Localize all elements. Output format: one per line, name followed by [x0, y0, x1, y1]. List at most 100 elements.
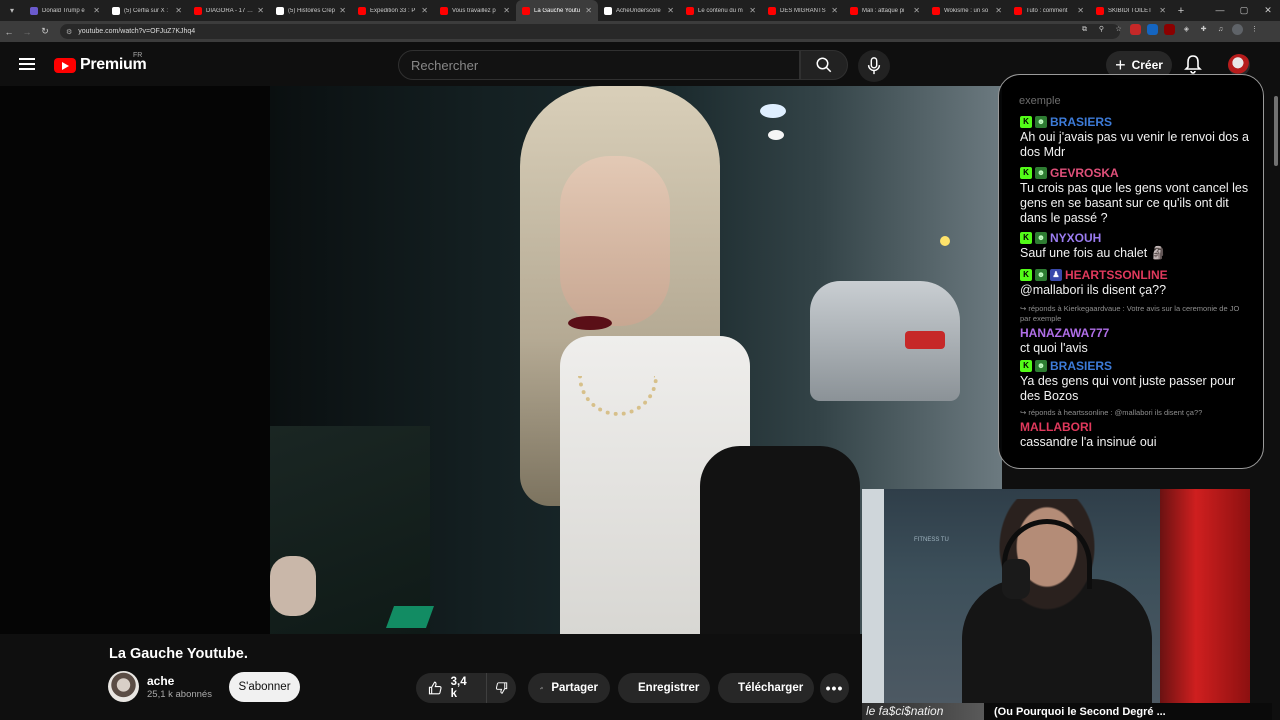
video-hand	[270, 556, 316, 616]
scrollbar-thumb[interactable]	[1274, 96, 1278, 166]
tab-close-icon[interactable]: ✕	[667, 6, 674, 15]
video-player[interactable]	[0, 86, 1002, 634]
tab-close-icon[interactable]: ✕	[175, 6, 182, 15]
chat-message: K ☻ BRASIERS Ya des gens qui vont juste pas…	[1020, 359, 1255, 404]
account-avatar[interactable]	[1228, 54, 1250, 76]
tab-favicon-icon	[1096, 6, 1104, 15]
chat-username-row: K ☻ BRASIERS	[1020, 359, 1255, 373]
browser-tab[interactable]: Vous travaillez p ✕	[434, 0, 516, 21]
browser-tab[interactable]: (5) Histoires Crép ✕	[270, 0, 352, 21]
save-label: Enregistrer	[638, 682, 700, 694]
browser-tab[interactable]: Donald Trump é ✕	[24, 0, 106, 21]
tab-close-icon[interactable]: ✕	[831, 6, 838, 15]
extension-shield-icon[interactable]: ◈	[1181, 24, 1192, 35]
reload-icon[interactable]: ↻	[36, 26, 54, 37]
tab-close-icon[interactable]: ✕	[339, 6, 346, 15]
tab-close-icon[interactable]: ✕	[257, 6, 264, 15]
browser-tab[interactable]: Expedition 33 : P ✕	[352, 0, 434, 21]
browser-menu-icon[interactable]: ⋮	[1249, 24, 1260, 35]
tab-label: SKIBIDI TOILET	[1108, 7, 1152, 14]
kick-badge-icon: K	[1020, 360, 1032, 372]
video-person-face	[560, 156, 670, 326]
tab-close-icon[interactable]: ✕	[421, 6, 428, 15]
search-button[interactable]	[800, 50, 848, 80]
create-label: Créer	[1131, 58, 1163, 72]
browser-tab[interactable]: Mali : attaque pi ✕	[844, 0, 926, 21]
tab-close-icon[interactable]: ✕	[1159, 6, 1166, 15]
zoom-icon[interactable]: ⚲	[1096, 24, 1107, 35]
more-actions-button[interactable]: •••	[820, 673, 849, 703]
youtube-premium-logo[interactable]: Premium FR	[54, 52, 147, 74]
chat-username: BRASIERS	[1050, 359, 1113, 373]
kick-badge-icon: K	[1020, 269, 1032, 281]
profile-icon[interactable]	[1232, 24, 1243, 35]
maximize-icon[interactable]: ▢	[1232, 0, 1256, 21]
save-button[interactable]: Enregistrer	[618, 673, 710, 703]
extension-ublock-icon[interactable]	[1164, 24, 1175, 35]
ticker-logo: le fa$ci$nation	[862, 703, 984, 720]
close-window-icon[interactable]: ✕	[1256, 0, 1280, 21]
extensions-puzzle-icon[interactable]: ✚	[1198, 24, 1209, 35]
chat-message: K ☻ BRASIERS Ah oui j'avais pas vu venir le…	[1020, 115, 1255, 160]
tab-label: Mali : attaque pi	[862, 7, 905, 14]
tab-close-icon[interactable]: ✕	[503, 6, 510, 15]
new-tab-button[interactable]: +	[1172, 5, 1190, 17]
voice-search-button[interactable]	[858, 50, 890, 82]
chat-message: ↪ réponds à heartssonline : @mallabori i…	[1020, 408, 1255, 450]
chat-message: K ☻ NYXOUH Sauf une fois au chalet 🗿	[1020, 231, 1255, 261]
back-icon[interactable]: ←	[0, 27, 18, 37]
browser-tab[interactable]: Tuto : comment ✕	[1008, 0, 1090, 21]
site-info-icon[interactable]: ⚙	[66, 28, 72, 36]
notifications-button[interactable]	[1184, 54, 1202, 74]
subscribe-button[interactable]: S'abonner	[229, 672, 300, 702]
tab-label: AcheUnderscore	[616, 7, 661, 14]
country-code: FR	[133, 52, 143, 59]
download-button[interactable]: Télécharger	[718, 673, 814, 703]
tab-search-icon[interactable]: ▾	[0, 0, 24, 21]
share-button[interactable]: Partager	[528, 673, 610, 703]
extension-blue-icon[interactable]	[1147, 24, 1158, 35]
browser-tab[interactable]: AcheUnderscore ✕	[598, 0, 680, 21]
tab-label: Expedition 33 : P	[370, 7, 416, 14]
tab-label: Donald Trump é	[42, 7, 85, 14]
media-icon[interactable]: ♫	[1215, 24, 1226, 35]
minimize-icon[interactable]: —	[1208, 0, 1232, 21]
tab-close-icon[interactable]: ✕	[93, 6, 100, 15]
tab-close-icon[interactable]: ✕	[585, 6, 592, 15]
browser-tab[interactable]: La Gauche Youtu ✕	[516, 0, 598, 21]
chat-message-text: @mallabori ils disent ça??	[1020, 283, 1167, 297]
chat-username: BRASIERS	[1050, 115, 1113, 129]
chat-username: MALLABORI	[1020, 420, 1092, 434]
browser-tab[interactable]: DIAGORA - 17 au ✕	[188, 0, 270, 21]
install-icon[interactable]: ⧉	[1079, 24, 1090, 35]
page-scrollbar[interactable]	[1272, 86, 1280, 720]
tab-close-icon[interactable]: ✕	[913, 6, 920, 15]
extension-red-icon[interactable]	[1130, 24, 1141, 35]
dislike-button[interactable]	[486, 673, 516, 703]
browser-tab[interactable]: (5) Cerfia sur X : ✕	[106, 0, 188, 21]
browser-tab[interactable]: SKIBIDI TOILET ✕	[1090, 0, 1172, 21]
search-input[interactable]: Rechercher	[398, 50, 800, 80]
channel-avatar[interactable]	[108, 671, 139, 702]
kick-badge-icon: K	[1020, 232, 1032, 244]
menu-icon[interactable]	[19, 58, 35, 70]
tab-close-icon[interactable]: ✕	[995, 6, 1002, 15]
url-field[interactable]: ⚙ youtube.com/watch?v=OFJuZ7KJhq4	[60, 24, 1120, 39]
chat-message-text: ct quoi l'avis	[1020, 341, 1088, 355]
chat-username-row: K ☻ GEVROSKA	[1020, 166, 1255, 180]
browser-tab[interactable]: Wokisme : un so ✕	[926, 0, 1008, 21]
chat-username-row: K ☻ BRASIERS	[1020, 115, 1255, 129]
bookmark-star-icon[interactable]: ☆	[1113, 24, 1124, 35]
like-button[interactable]: 3,4 k	[416, 673, 486, 703]
subscriber-badge-icon: ☻	[1035, 116, 1047, 128]
chat-cut-text: exemple	[1019, 95, 1061, 107]
tab-favicon-icon	[932, 6, 940, 15]
browser-tab[interactable]: Le contenu du m ✕	[680, 0, 762, 21]
tab-close-icon[interactable]: ✕	[749, 6, 756, 15]
tab-close-icon[interactable]: ✕	[1077, 6, 1084, 15]
forward-icon[interactable]: →	[18, 27, 36, 37]
browser-tab[interactable]: DES MIGRANTS ✕	[762, 0, 844, 21]
chat-username: NYXOUH	[1050, 231, 1102, 245]
subscriber-badge-icon: ☻	[1035, 167, 1047, 179]
channel-name[interactable]: ache	[147, 674, 174, 688]
